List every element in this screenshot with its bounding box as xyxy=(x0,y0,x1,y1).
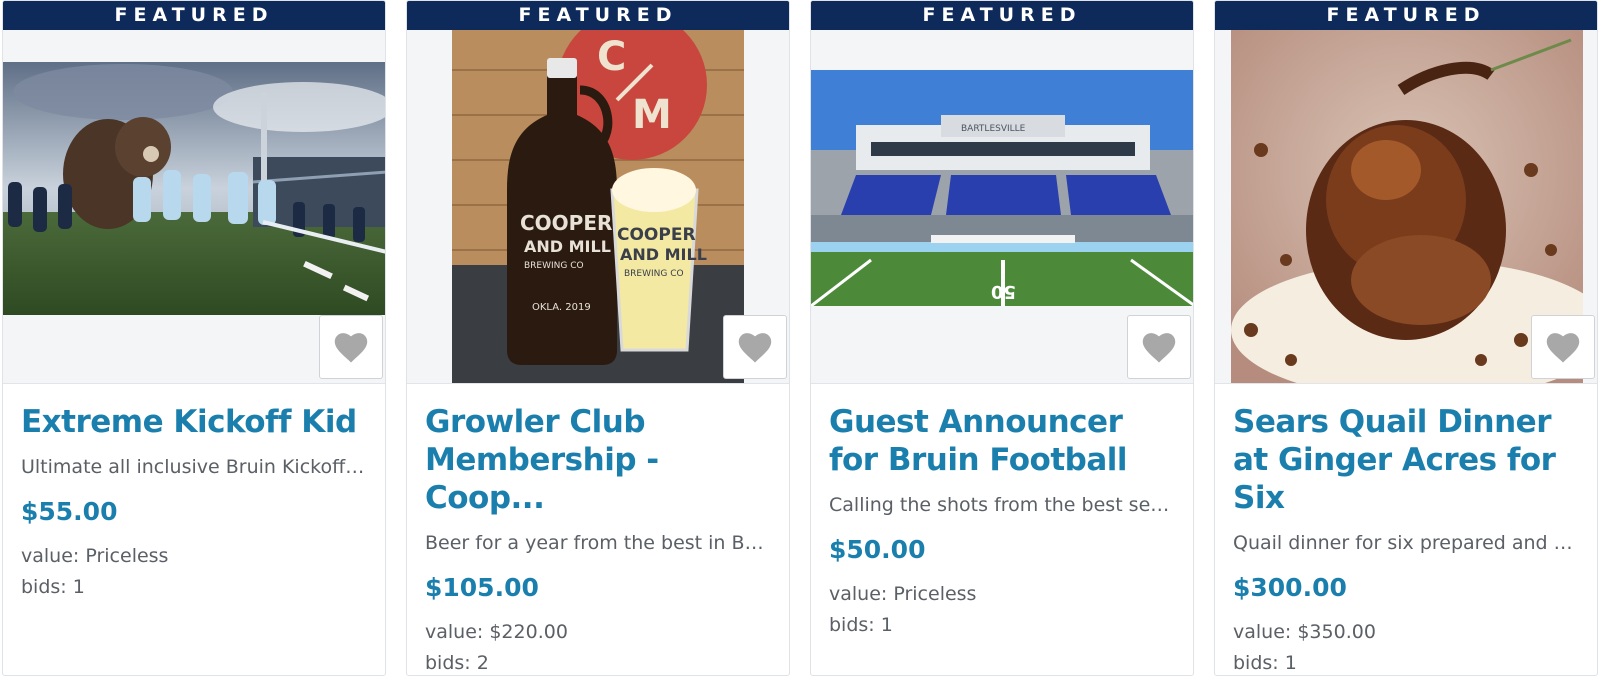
glass-brand-3: BREWING CO xyxy=(624,269,684,279)
item-price: $50.00 xyxy=(829,535,926,564)
item-bids: bids: 2 xyxy=(425,652,489,674)
favorite-button[interactable] xyxy=(1127,315,1191,379)
heart-icon xyxy=(738,333,772,363)
item-bids: bids: 1 xyxy=(1233,652,1297,674)
favorite-button[interactable] xyxy=(1531,315,1595,379)
glass-brand-1: COOPER xyxy=(617,225,696,245)
item-image-area[interactable]: BARTLESVILLE 50 xyxy=(811,30,1193,384)
field-number: 50 xyxy=(991,281,1016,302)
item-description: Quail dinner for six prepared and h... xyxy=(1233,532,1579,554)
item-photo[interactable]: BARTLESVILLE 50 xyxy=(811,70,1193,306)
item-description: Beer for a year from the best in Bart... xyxy=(425,532,771,554)
featured-badge: FEATURED xyxy=(1215,1,1597,30)
item-title[interactable]: Sears Quail Dinner at Ginger Acres for S… xyxy=(1233,403,1579,517)
item-bids: bids: 1 xyxy=(829,614,893,636)
item-price: $300.00 xyxy=(1233,573,1347,602)
favorite-button[interactable] xyxy=(319,315,383,379)
logo-letter-m: M xyxy=(632,92,672,138)
item-photo[interactable]: C M COOPER AND MILL BREWING CO OKLA. 201… xyxy=(452,30,744,383)
item-card[interactable]: FEATURED xyxy=(1214,0,1598,676)
item-card[interactable]: FEATURED BARTLESVILLE 50 Guest Announcer… xyxy=(810,0,1194,676)
item-description: Calling the shots from the best seat i..… xyxy=(829,494,1175,516)
item-card[interactable]: FEATURED C M COOPER AND MILL BREWING CO … xyxy=(406,0,790,676)
logo-letter-c: C xyxy=(597,34,626,80)
item-value: value: Priceless xyxy=(21,545,169,567)
featured-badge: FEATURED xyxy=(3,1,385,30)
featured-badge: FEATURED xyxy=(811,1,1193,30)
item-image-area[interactable]: C M COOPER AND MILL BREWING CO OKLA. 201… xyxy=(407,30,789,384)
item-value: value: $220.00 xyxy=(425,621,568,643)
item-value: value: $350.00 xyxy=(1233,621,1376,643)
item-title[interactable]: Guest Announcer for Bruin Football xyxy=(829,403,1175,479)
heart-icon xyxy=(1142,333,1176,363)
growler-brand-1: COOPER xyxy=(520,211,612,235)
item-bids: bids: 1 xyxy=(21,576,85,598)
stadium-sign: BARTLESVILLE xyxy=(961,124,1026,134)
item-photo[interactable] xyxy=(3,62,385,315)
growler-year: OKLA. 2019 xyxy=(532,302,591,313)
growler-brand-2: AND MILL xyxy=(524,237,611,256)
item-price: $55.00 xyxy=(21,497,118,526)
growler-brand-3: BREWING CO xyxy=(524,261,584,271)
favorite-button[interactable] xyxy=(723,315,787,379)
item-image-area[interactable] xyxy=(1215,30,1597,384)
item-value: value: Priceless xyxy=(829,583,977,605)
item-title[interactable]: Extreme Kickoff Kid xyxy=(21,403,367,441)
heart-icon xyxy=(334,333,368,363)
featured-badge: FEATURED xyxy=(407,1,789,30)
glass-brand-2: AND MILL xyxy=(620,245,707,264)
heart-icon xyxy=(1546,333,1580,363)
item-image-area[interactable] xyxy=(3,30,385,384)
item-description: Ultimate all inclusive Bruin Kickoff Ki.… xyxy=(21,456,367,478)
item-title[interactable]: Growler Club Membership - Coop... xyxy=(425,403,771,517)
item-card[interactable]: FEATURED xyxy=(2,0,386,676)
item-price: $105.00 xyxy=(425,573,539,602)
